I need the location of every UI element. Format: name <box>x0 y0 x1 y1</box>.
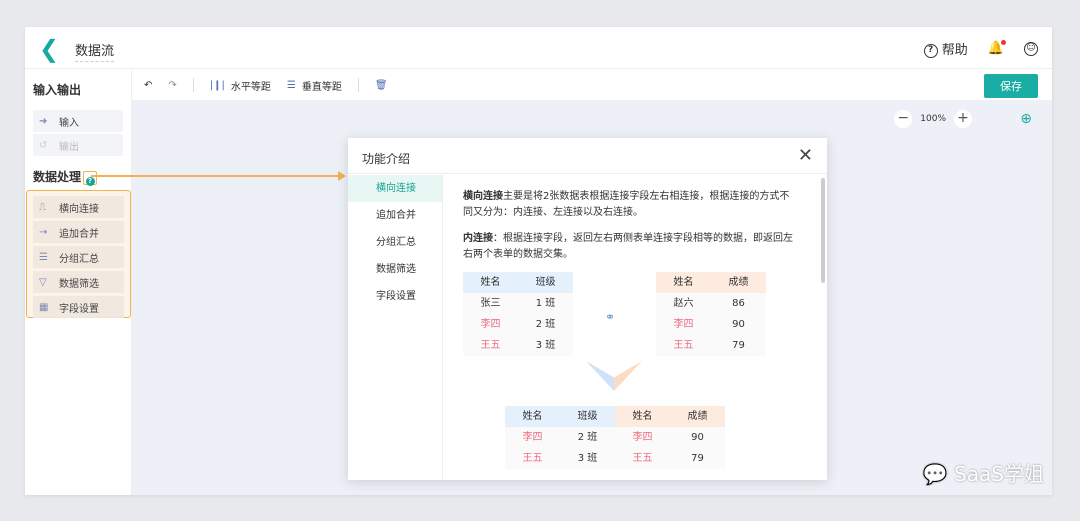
save-button[interactable]: 保存 <box>984 74 1038 98</box>
inner-join-paragraph: 内连接：根据连接字段，返回左右两侧表单连接字段相等的数据，即返回左右两个表单的数… <box>463 233 793 260</box>
locate-icon[interactable]: ⊕ <box>1020 111 1032 127</box>
modal-title: 功能介绍 <box>362 152 411 166</box>
sidebar-item-group[interactable]: ☰ 分组汇总 <box>33 246 124 268</box>
sidebar: 输入输出 ➜ 输入 ↺ 输出 数据处理? ⎍ 横向连接 → 追加合并 ☰ 分组汇总 ▽ 数据… <box>25 70 132 495</box>
sidebar-item-filter[interactable]: ▽ 数据筛选 <box>33 271 124 293</box>
modal-nav: 横向连接 追加合并 分组汇总 数据筛选 字段设置 <box>348 175 443 480</box>
toolbar: ↶ ↷ |❙| 水平等距 ☰ 垂直等距 🗑 保存 <box>132 70 1052 100</box>
sidebar-item-fields[interactable]: ▦ 字段设置 <box>33 296 124 318</box>
redo-icon[interactable]: ↷ <box>168 80 176 91</box>
sidebar-item-input[interactable]: ➜ 输入 <box>33 110 123 132</box>
horizontal-spacing-button[interactable]: |❙| 水平等距 <box>210 78 271 93</box>
result-table: 姓名 班级 姓名 成绩 李四 2 班李四 90 王五 3 班王五 79 <box>505 406 725 469</box>
feature-intro-modal: 功能介绍 ✕ 横向连接 追加合并 分组汇总 数据筛选 字段设置 横向连接主要是将2… <box>348 138 827 480</box>
modal-content: 横向连接主要是将2张数据表根据连接字段左右相连接，根据连接的方式不同又分为：内连… <box>443 175 819 480</box>
h-spacing-icon: |❙| <box>209 79 225 91</box>
zoom-level: 100% <box>920 114 946 124</box>
watermark: 💬 SaaS学姐 <box>922 462 1044 486</box>
join-icon: ⎍ <box>39 201 46 213</box>
join-link-icon: ⚭ <box>605 310 616 324</box>
output-icon: ↺ <box>39 139 48 151</box>
question-icon: ? <box>923 43 938 58</box>
modal-tab-merge[interactable]: 追加合并 <box>348 202 442 229</box>
modal-tab-join[interactable]: 横向连接 <box>348 175 442 202</box>
help-button[interactable]: ? 帮助 <box>923 39 968 58</box>
zoom-out-button[interactable]: − <box>894 110 913 128</box>
callout-arrow <box>91 172 346 180</box>
modal-tab-group[interactable]: 分组汇总 <box>348 229 442 256</box>
left-table: 姓名 班级 张三 1 班 李四 2 班 王五 3 班 <box>463 272 573 356</box>
modal-tab-fields[interactable]: 字段设置 <box>348 283 442 310</box>
sidebar-item-merge[interactable]: → 追加合并 <box>33 221 124 243</box>
merge-arrow-graphic <box>586 361 642 391</box>
input-icon: ➜ <box>39 115 48 127</box>
undo-icon[interactable]: ↶ <box>144 80 152 91</box>
vertical-spacing-button[interactable]: ☰ 垂直等距 <box>287 78 342 93</box>
page-title[interactable]: 数据流 <box>75 40 115 62</box>
right-table: 姓名 成绩 赵六 86 李四 90 王五 79 <box>656 272 766 356</box>
sidebar-item-output[interactable]: ↺ 输出 <box>33 134 123 156</box>
list-icon: ☰ <box>39 251 48 263</box>
help-question-icon[interactable]: ? <box>83 170 98 186</box>
modal-scrollbar[interactable] <box>821 178 825 283</box>
merge-icon: → <box>39 226 48 238</box>
user-icon[interactable]: ☺ <box>1024 41 1038 56</box>
processing-items-highlight: ⎍ 横向连接 → 追加合并 ☰ 分组汇总 ▽ 数据筛选 ▦ 字段设置 <box>26 190 131 318</box>
close-icon[interactable]: ✕ <box>798 145 813 166</box>
v-spacing-icon: ☰ <box>286 79 296 91</box>
trash-icon[interactable]: 🗑 <box>375 80 388 91</box>
processing-section-title: 数据处理? <box>25 168 105 186</box>
sidebar-item-join[interactable]: ⎍ 横向连接 <box>33 196 124 218</box>
table-icon: ▦ <box>39 301 49 313</box>
back-chevron-icon[interactable]: ❮ <box>39 35 59 63</box>
header: ❮ 数据流 ? 帮助 🔔 ☺ <box>25 27 1052 69</box>
zoom-in-button[interactable]: + <box>954 110 972 128</box>
filter-icon: ▽ <box>39 276 47 288</box>
intro-paragraph: 横向连接主要是将2张数据表根据连接字段左右相连接，根据连接的方式不同又分为：内连… <box>463 191 790 218</box>
io-section-title: 输入输出 <box>33 83 82 97</box>
modal-tab-filter[interactable]: 数据筛选 <box>348 256 442 283</box>
bell-icon[interactable]: 🔔 <box>988 40 1006 56</box>
